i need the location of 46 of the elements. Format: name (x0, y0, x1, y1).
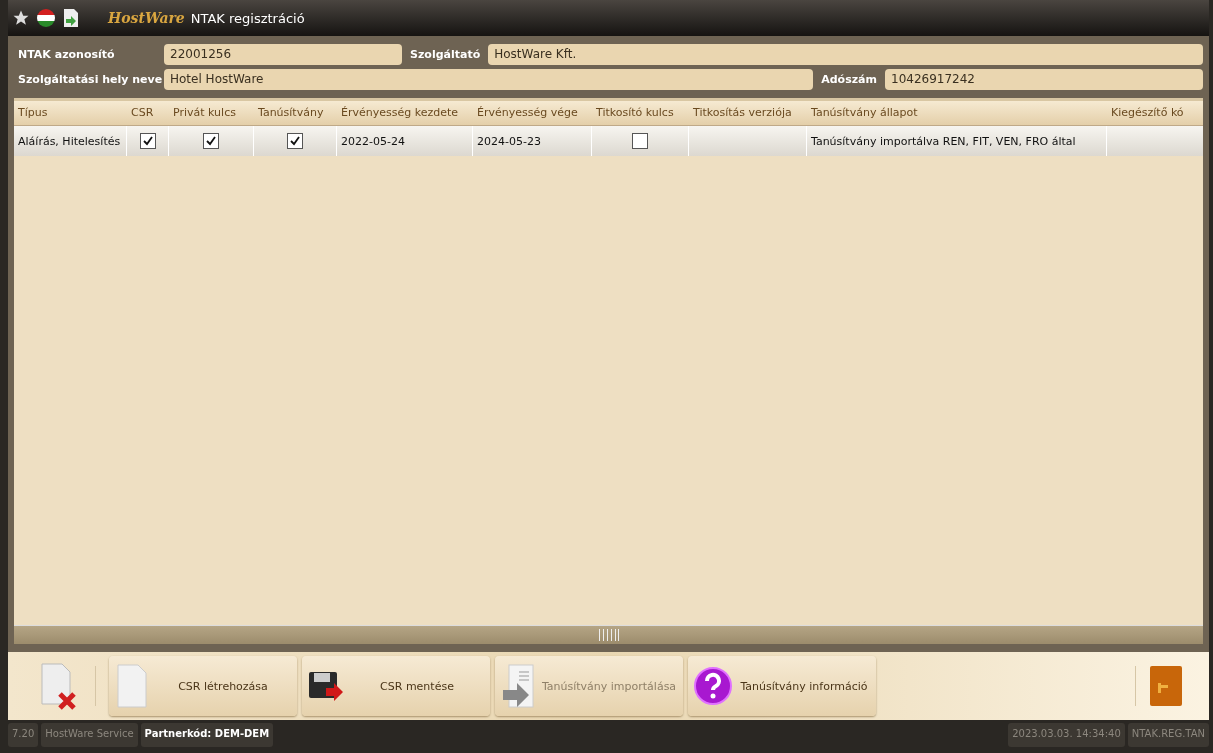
field-label: Adószám (820, 73, 878, 86)
toolbar-button[interactable]: CSR létrehozása (109, 656, 297, 716)
floppy-disk-icon (308, 671, 344, 701)
flag-icon[interactable] (36, 8, 56, 28)
input-field[interactable]: 22001256 (164, 44, 402, 65)
document-arrow-icon (501, 664, 535, 708)
column-header[interactable]: Privát kulcs (169, 101, 254, 125)
input-field[interactable]: Hotel HostWare (164, 69, 814, 90)
field-label: Szolgáltatási hely neve (17, 73, 160, 86)
toolbar-button[interactable]: Tanúsítvány információ (688, 656, 876, 716)
status-item: Partnerkód: DEM-DEM (140, 723, 274, 747)
toolbar-button[interactable]: CSR mentése (302, 656, 490, 716)
document-icon (115, 663, 149, 709)
exit-button[interactable] (1149, 665, 1183, 707)
column-header[interactable]: Érvényesség kezdete (337, 101, 473, 125)
status-item: HostWare Service (41, 723, 138, 747)
column-header[interactable]: Tanúsítvány állapot (807, 101, 1107, 125)
horizontal-scrollbar[interactable] (14, 625, 1203, 644)
column-header[interactable]: Érvényesség vége (473, 101, 592, 125)
field-label: Szolgáltató (409, 48, 482, 61)
input-field[interactable]: HostWare Kft. (488, 44, 1203, 65)
status-item: 2023.03.03. 14:34:40 (1008, 723, 1125, 747)
table-cell: Tanúsítvány importálva REN, FIT, VEN, FRO által (811, 134, 1076, 148)
checkbox[interactable] (139, 133, 156, 149)
window-title: NTAK regisztráció (190, 10, 305, 26)
table-cell: 2022-05-24 (341, 134, 405, 148)
checkbox[interactable] (203, 133, 219, 149)
checkbox[interactable] (287, 133, 303, 149)
field-label: NTAK azonosító (17, 48, 116, 61)
app-logo: HostWare (108, 10, 185, 26)
column-header[interactable]: Tanúsítvány (254, 101, 337, 125)
column-header[interactable]: Típus (14, 101, 127, 125)
door-icon (1149, 665, 1183, 707)
checkbox[interactable] (632, 133, 648, 149)
document-arrow-icon[interactable] (62, 8, 80, 28)
column-header[interactable]: Titkosító kulcs (592, 101, 689, 125)
column-header[interactable]: Kiegészítő kó (1107, 101, 1203, 125)
column-header[interactable]: CSR (127, 101, 169, 125)
column-header[interactable]: Titkosítás verziója (689, 101, 807, 125)
star-icon[interactable] (12, 9, 30, 27)
status-item: NTAK.REG.TAN (1127, 723, 1209, 747)
input-field[interactable]: 10426917242 (885, 69, 1203, 90)
table-cell: Aláírás, Hitelesítés (18, 134, 121, 148)
status-item: 7.20 (8, 723, 39, 747)
table-cell: 2024-05-23 (477, 134, 541, 148)
help-icon (694, 667, 732, 705)
